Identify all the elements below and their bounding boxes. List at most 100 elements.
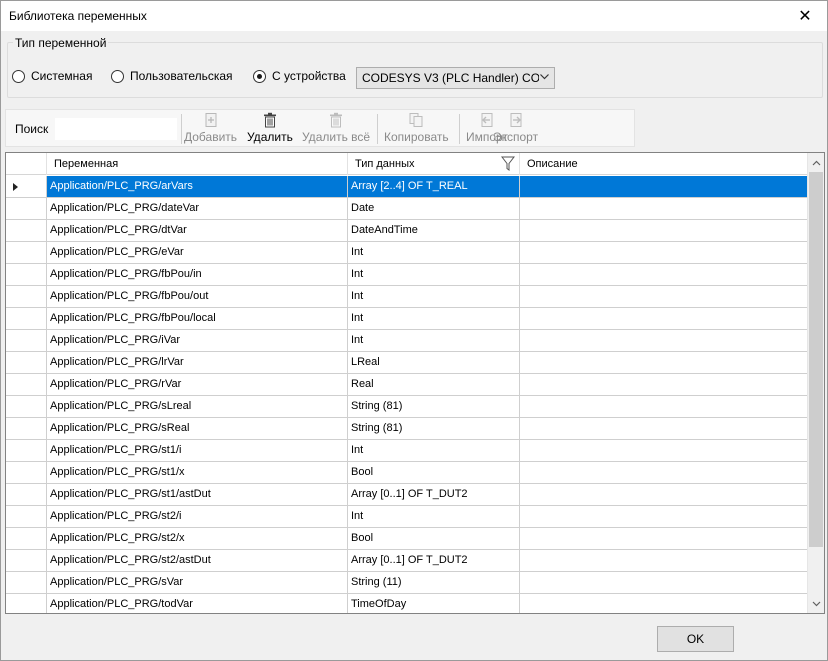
radio-system[interactable]: Системная [12,69,92,83]
cell-description[interactable] [520,330,809,352]
cell-data-type[interactable]: Int [348,308,520,330]
row-header[interactable] [6,418,47,440]
table-row[interactable]: Application/PLC_PRG/fbPou/out Int [6,286,809,308]
device-combobox[interactable]: CODESYS V3 (PLC Handler) CODESYS [356,67,555,89]
delete-button[interactable]: Удалить [247,111,293,147]
cell-variable[interactable]: Application/PLC_PRG/fbPou/out [47,286,348,308]
cell-variable[interactable]: Application/PLC_PRG/sVar [47,572,348,594]
cell-variable[interactable]: Application/PLC_PRG/lrVar [47,352,348,374]
close-button[interactable]: ✕ [783,1,827,31]
cell-description[interactable] [520,506,809,528]
column-header-type[interactable]: Тип данных [348,153,520,175]
row-header[interactable] [6,396,47,418]
row-header[interactable] [6,440,47,462]
cell-data-type[interactable]: Int [348,286,520,308]
cell-variable[interactable]: Application/PLC_PRG/fbPou/local [47,308,348,330]
chevron-down-icon[interactable] [539,71,550,85]
cell-description[interactable] [520,176,809,198]
row-header[interactable] [6,330,47,352]
cell-data-type[interactable]: Array [0..1] OF T_DUT2 [348,550,520,572]
table-row[interactable]: Application/PLC_PRG/dtVar DateAndTime [6,220,809,242]
cell-description[interactable] [520,550,809,572]
vertical-scrollbar[interactable] [807,153,824,613]
scrollbar-thumb[interactable] [809,172,823,547]
cell-description[interactable] [520,198,809,220]
delete-all-button[interactable]: Удалить всё [302,111,370,147]
row-header[interactable] [6,462,47,484]
row-header[interactable] [6,550,47,572]
row-header[interactable] [6,308,47,330]
row-header[interactable] [6,506,47,528]
table-row[interactable]: Application/PLC_PRG/fbPou/local Int [6,308,809,330]
row-header[interactable] [6,484,47,506]
add-button[interactable]: Добавить [184,111,237,147]
cell-variable[interactable]: Application/PLC_PRG/dateVar [47,198,348,220]
table-row[interactable]: Application/PLC_PRG/sReal String (81) [6,418,809,440]
table-row[interactable]: Application/PLC_PRG/st2/x Bool [6,528,809,550]
radio-user[interactable]: Пользовательская [111,69,233,83]
cell-description[interactable] [520,462,809,484]
cell-data-type[interactable]: Bool [348,528,520,550]
cell-description[interactable] [520,572,809,594]
cell-variable[interactable]: Application/PLC_PRG/todVar [47,594,348,613]
cell-data-type[interactable]: DateAndTime [348,220,520,242]
table-row[interactable]: Application/PLC_PRG/sVar String (11) [6,572,809,594]
scroll-up-icon[interactable] [808,154,824,171]
cell-data-type[interactable]: String (81) [348,418,520,440]
cell-description[interactable] [520,220,809,242]
cell-data-type[interactable]: Int [348,440,520,462]
cell-data-type[interactable]: LReal [348,352,520,374]
cell-variable[interactable]: Application/PLC_PRG/dtVar [47,220,348,242]
cell-data-type[interactable]: Array [0..1] OF T_DUT2 [348,484,520,506]
cell-variable[interactable]: Application/PLC_PRG/iVar [47,330,348,352]
cell-variable[interactable]: Application/PLC_PRG/st1/astDut [47,484,348,506]
cell-data-type[interactable]: TimeOfDay [348,594,520,613]
cell-description[interactable] [520,264,809,286]
row-header[interactable] [6,198,47,220]
cell-data-type[interactable]: String (81) [348,396,520,418]
cell-description[interactable] [520,418,809,440]
radio-system-indicator[interactable] [12,69,25,83]
scroll-down-icon[interactable] [808,595,824,612]
cell-description[interactable] [520,242,809,264]
row-header[interactable] [6,176,47,198]
cell-variable[interactable]: Application/PLC_PRG/rVar [47,374,348,396]
cell-data-type[interactable]: Int [348,330,520,352]
row-header[interactable] [6,594,47,613]
radio-device[interactable]: С устройства [253,69,346,83]
row-header[interactable] [6,286,47,308]
cell-data-type[interactable]: Bool [348,462,520,484]
cell-description[interactable] [520,484,809,506]
cell-variable[interactable]: Application/PLC_PRG/sLreal [47,396,348,418]
column-header-description[interactable]: Описание [520,153,809,175]
cell-description[interactable] [520,308,809,330]
radio-device-indicator[interactable] [253,69,266,83]
cell-variable[interactable]: Application/PLC_PRG/sReal [47,418,348,440]
table-row[interactable]: Application/PLC_PRG/todVar TimeOfDay [6,594,809,613]
radio-user-indicator[interactable] [111,69,124,83]
cell-variable[interactable]: Application/PLC_PRG/arVars [47,176,348,198]
table-row[interactable]: Application/PLC_PRG/eVar Int [6,242,809,264]
cell-description[interactable] [520,440,809,462]
ok-button[interactable]: OK [657,626,734,652]
row-header[interactable] [6,528,47,550]
table-row[interactable]: Application/PLC_PRG/st1/i Int [6,440,809,462]
cell-variable[interactable]: Application/PLC_PRG/eVar [47,242,348,264]
cell-variable[interactable]: Application/PLC_PRG/st2/i [47,506,348,528]
cell-data-type[interactable]: String (11) [348,572,520,594]
cell-data-type[interactable]: Date [348,198,520,220]
cell-data-type[interactable]: Int [348,506,520,528]
cell-data-type[interactable]: Real [348,374,520,396]
table-row[interactable]: Application/PLC_PRG/fbPou/in Int [6,264,809,286]
cell-variable[interactable]: Application/PLC_PRG/st2/x [47,528,348,550]
cell-variable[interactable]: Application/PLC_PRG/st1/x [47,462,348,484]
cell-description[interactable] [520,528,809,550]
table-row[interactable]: Application/PLC_PRG/sLreal String (81) [6,396,809,418]
row-header[interactable] [6,352,47,374]
table-row[interactable]: Application/PLC_PRG/dateVar Date [6,198,809,220]
cell-data-type[interactable]: Int [348,264,520,286]
row-header[interactable] [6,374,47,396]
cell-data-type[interactable]: Int [348,242,520,264]
cell-description[interactable] [520,396,809,418]
cell-description[interactable] [520,374,809,396]
